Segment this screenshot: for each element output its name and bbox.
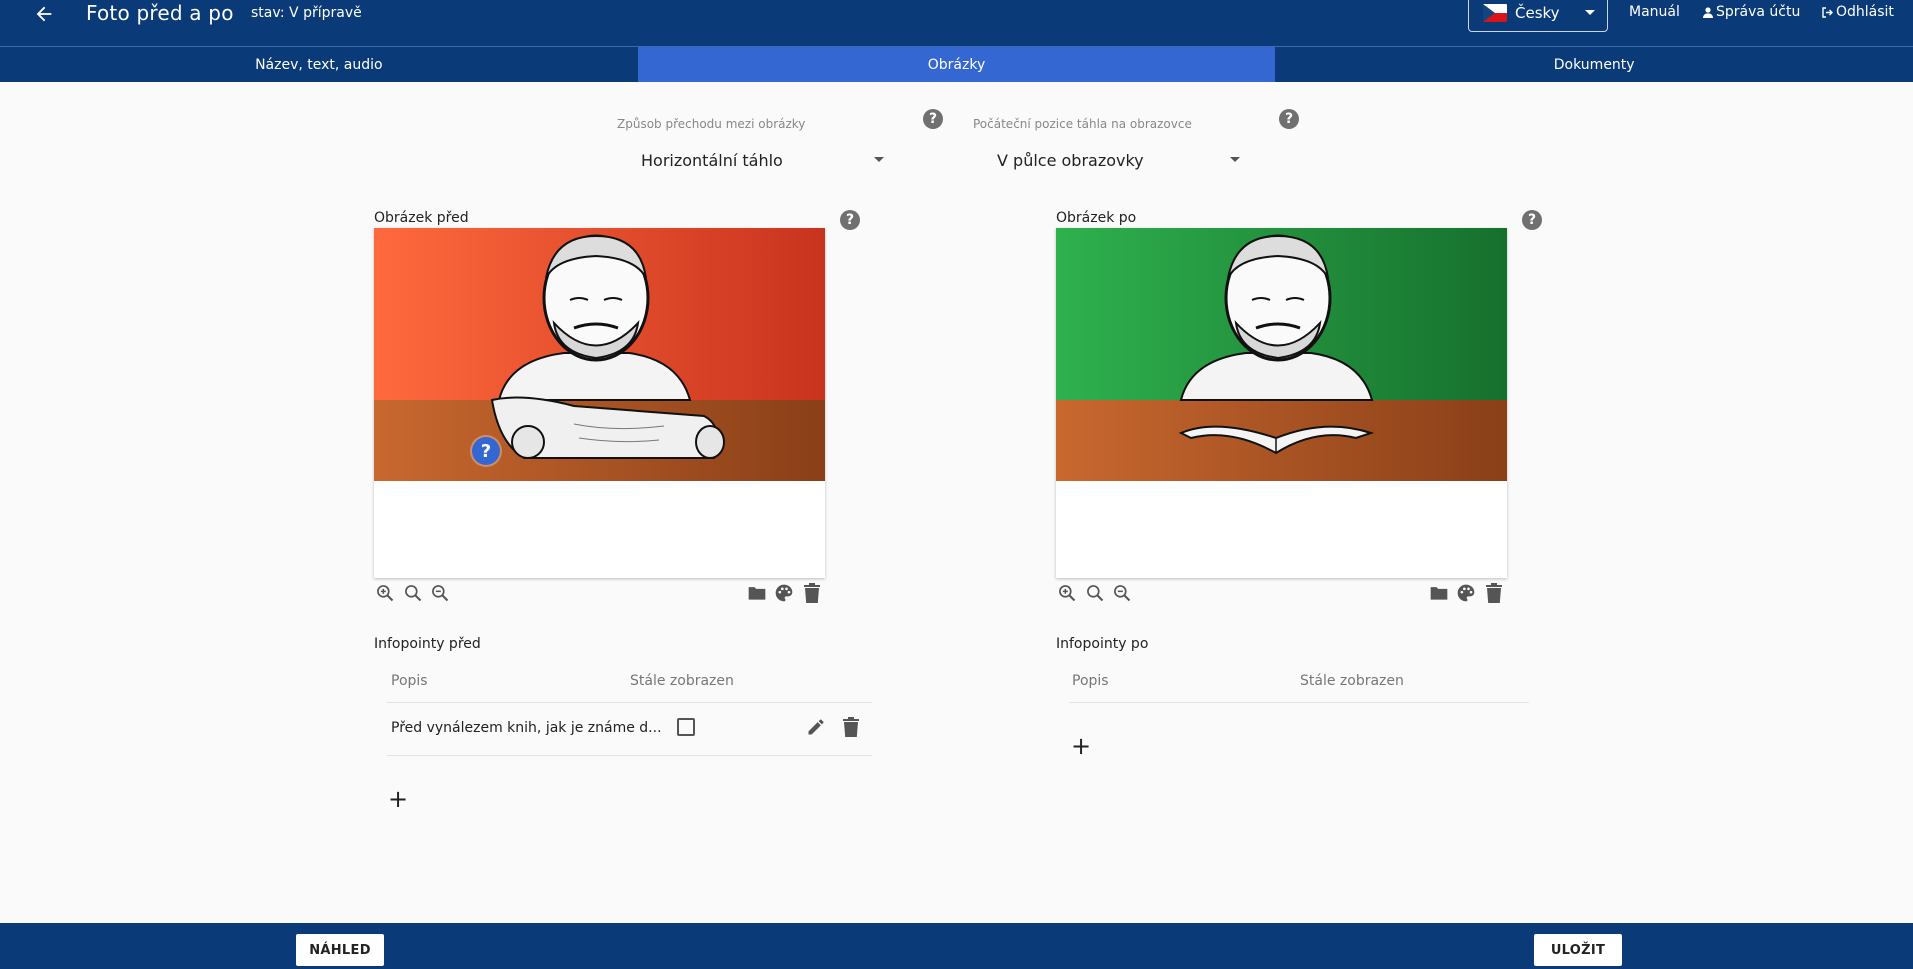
infopoint-marker[interactable]: ?	[472, 437, 500, 465]
language-label: Česky	[1515, 4, 1560, 22]
trash-icon[interactable]	[840, 716, 862, 738]
position-select[interactable]: V půlce obrazovky	[997, 151, 1144, 170]
help-icon[interactable]: ?	[1279, 109, 1299, 129]
logout-label: Odhlásit	[1836, 4, 1894, 20]
infopoints-before-title: Infopointy před	[374, 636, 481, 652]
column-description: Popis	[1072, 673, 1109, 689]
status-text: stav: V přípravě	[251, 5, 362, 21]
add-infopoint-before-button[interactable]: +	[388, 787, 408, 811]
user-icon	[1703, 6, 1713, 18]
folder-icon[interactable]	[746, 582, 768, 604]
manual-label: Manuál	[1629, 4, 1680, 20]
zoom-reset-icon[interactable]	[1084, 582, 1106, 604]
tab-images[interactable]: Obrázky	[637, 47, 1276, 82]
column-always-shown: Stále zobrazen	[1300, 673, 1404, 689]
divider	[1069, 702, 1529, 703]
palette-icon[interactable]	[773, 582, 795, 604]
help-icon[interactable]: ?	[923, 109, 943, 129]
transition-label: Způsob přechodu mezi obrázky	[617, 117, 806, 131]
manual-link[interactable]: Manuál	[1629, 4, 1680, 20]
account-link[interactable]: Správa účtu	[1703, 4, 1800, 20]
zoom-reset-icon[interactable]	[402, 582, 424, 604]
app-header: Foto před a po stav: V přípravě Česky Ma…	[0, 0, 1913, 46]
before-image-title: Obrázek před	[374, 210, 469, 226]
preview-button[interactable]: NÁHLED	[296, 934, 384, 966]
trash-icon[interactable]	[801, 582, 823, 604]
caret-down-icon	[1230, 157, 1240, 162]
logout-icon	[1822, 6, 1833, 18]
czech-flag-icon	[1483, 4, 1507, 22]
tab-title-text-audio[interactable]: Název, text, audio	[0, 47, 638, 82]
help-icon[interactable]: ?	[840, 210, 860, 230]
zoom-out-icon[interactable]	[1111, 582, 1133, 604]
account-label: Správa účtu	[1716, 4, 1801, 20]
folder-icon[interactable]	[1428, 582, 1450, 604]
after-image	[1056, 228, 1507, 481]
transition-select[interactable]: Horizontální táhlo	[641, 151, 783, 170]
infopoints-after-title: Infopointy po	[1056, 636, 1149, 652]
always-shown-checkbox[interactable]	[677, 718, 695, 736]
language-select[interactable]: Česky	[1468, 0, 1608, 32]
after-image-title: Obrázek po	[1056, 210, 1137, 226]
tab-bar: Název, text, audio Obrázky Dokumenty	[0, 46, 1913, 82]
caret-down-icon	[1585, 10, 1595, 15]
before-image	[374, 228, 825, 481]
add-infopoint-after-button[interactable]: +	[1071, 734, 1091, 758]
edit-icon[interactable]	[805, 716, 827, 738]
caret-down-icon	[874, 157, 884, 162]
before-image-card[interactable]	[374, 228, 825, 578]
zoom-out-icon[interactable]	[429, 582, 451, 604]
infopoint-row-text: Před vynálezem knih, jak je známe d...	[391, 720, 662, 736]
after-image-card[interactable]	[1056, 228, 1507, 578]
help-icon[interactable]: ?	[1522, 210, 1542, 230]
divider	[387, 755, 872, 756]
save-button[interactable]: ULOŽIT	[1534, 934, 1622, 966]
position-label: Počáteční pozice táhla na obrazovce	[973, 117, 1192, 131]
back-arrow-icon[interactable]	[30, 0, 58, 28]
column-always-shown: Stále zobrazen	[630, 673, 734, 689]
page-title: Foto před a po	[86, 1, 234, 25]
palette-icon[interactable]	[1455, 582, 1477, 604]
zoom-in-icon[interactable]	[374, 582, 396, 604]
trash-icon[interactable]	[1483, 582, 1505, 604]
column-description: Popis	[391, 673, 428, 689]
tab-documents[interactable]: Dokumenty	[1275, 47, 1913, 82]
logout-link[interactable]: Odhlásit	[1822, 4, 1894, 20]
divider	[387, 702, 872, 703]
footer-bar: NÁHLED ULOŽIT	[0, 923, 1913, 969]
zoom-in-icon[interactable]	[1056, 582, 1078, 604]
